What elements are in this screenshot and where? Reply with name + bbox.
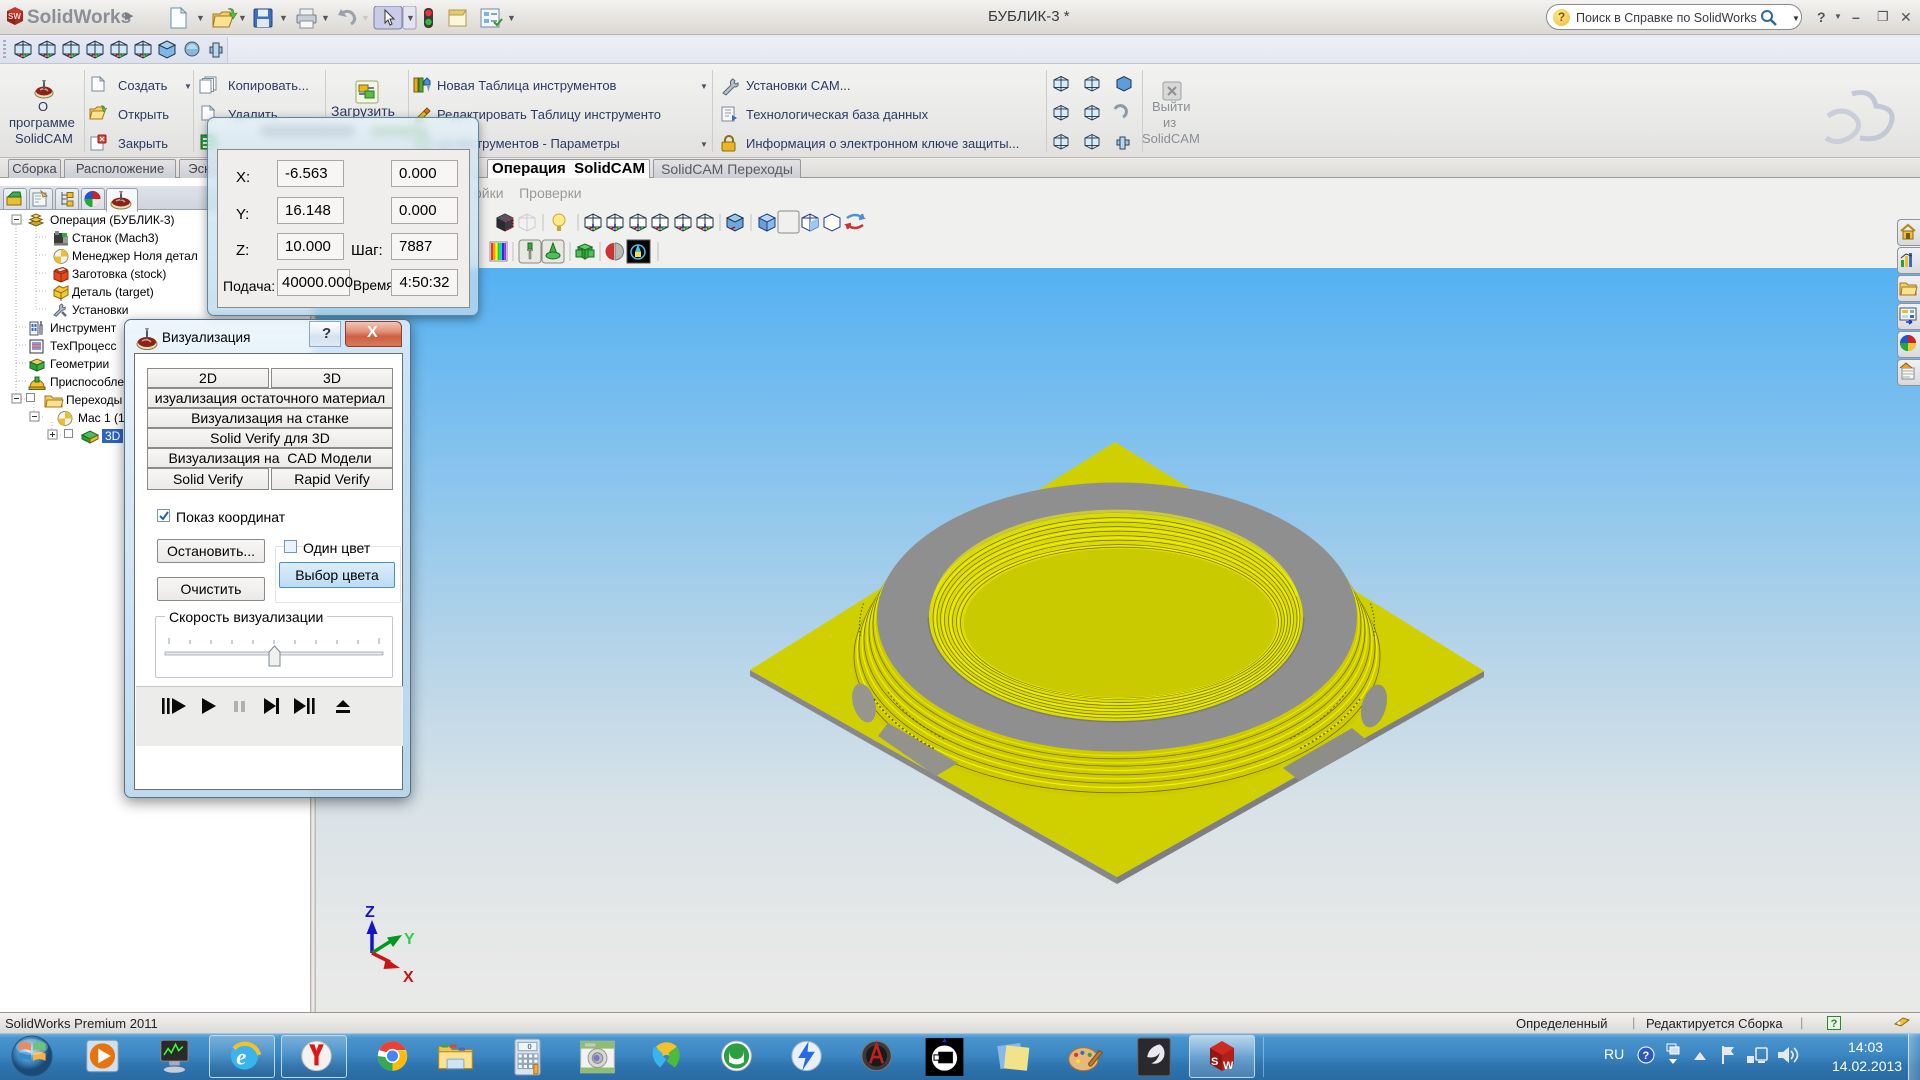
- svg-text:▼: ▼: [279, 13, 288, 23]
- svg-text:S: S: [1211, 1056, 1218, 1068]
- svg-text:Z: Z: [365, 904, 375, 921]
- svg-text:X: X: [403, 969, 414, 986]
- svg-text:▼: ▼: [321, 13, 330, 23]
- svg-text:▼: ▼: [507, 13, 516, 23]
- svg-text:▼: ▼: [361, 13, 370, 23]
- svg-text:▼: ▼: [406, 13, 415, 23]
- svg-text:▼: ▼: [238, 13, 247, 23]
- svg-text:?: ?: [1643, 1050, 1650, 1062]
- svg-text:Y: Y: [404, 931, 415, 948]
- svg-text:e: e: [236, 1043, 246, 1069]
- svg-text:0: 0: [528, 1042, 532, 1051]
- svg-text:▼: ▼: [196, 13, 205, 23]
- svg-text:W: W: [1223, 1060, 1234, 1072]
- svg-text:SW: SW: [8, 12, 21, 21]
